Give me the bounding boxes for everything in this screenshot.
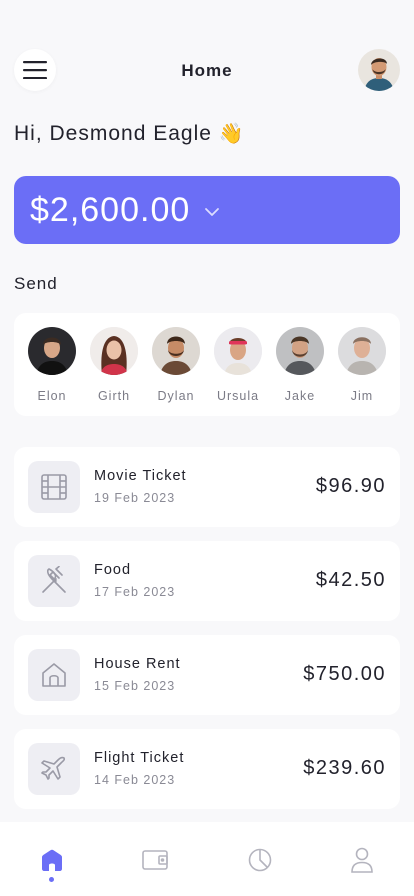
chevron-down-icon[interactable] — [204, 207, 220, 217]
transaction-item[interactable]: House Rent 15 Feb 2023 $750.00 — [14, 635, 400, 715]
contact-name: Jim — [350, 389, 374, 403]
home-icon — [42, 849, 62, 871]
contact-ursula[interactable]: Ursula — [210, 327, 266, 403]
header: Home — [14, 49, 400, 91]
transaction-item[interactable]: Food 17 Feb 2023 $42.50 — [14, 541, 400, 621]
nav-wallet[interactable] — [141, 846, 169, 874]
transaction-title: Movie Ticket — [94, 468, 187, 484]
film-icon — [28, 461, 80, 513]
avatar — [90, 327, 138, 375]
send-section-title: Send — [14, 274, 58, 293]
avatar — [276, 327, 324, 375]
profile-icon — [351, 847, 373, 873]
contact-name: Dylan — [157, 389, 195, 403]
nav-home[interactable] — [38, 846, 66, 874]
plane-icon — [28, 743, 80, 795]
contact-girth[interactable]: Girth — [86, 327, 142, 403]
transaction-amount: $42.50 — [315, 569, 386, 591]
transaction-title: Food — [94, 562, 132, 578]
greeting-text: Hi, Desmond Eagle — [14, 122, 212, 145]
user-avatar[interactable] — [358, 49, 400, 91]
bottom-nav — [0, 822, 414, 896]
transaction-amount: $750.00 — [303, 663, 386, 685]
transaction-item[interactable]: Movie Ticket 19 Feb 2023 $96.90 — [14, 447, 400, 527]
transaction-title: House Rent — [94, 656, 181, 672]
nav-profile[interactable] — [348, 846, 376, 874]
contact-name: Elon — [37, 389, 67, 403]
utensils-icon — [28, 555, 80, 607]
chart-icon — [248, 848, 272, 872]
nav-stats[interactable] — [246, 846, 274, 874]
contact-name: Girth — [97, 389, 131, 403]
transaction-date: 14 Feb 2023 — [94, 773, 176, 787]
page-title: Home — [181, 61, 233, 80]
contact-elon[interactable]: Elon — [24, 327, 80, 403]
wallet-icon — [142, 850, 168, 870]
avatar — [338, 327, 386, 375]
transaction-item[interactable]: Flight Ticket 14 Feb 2023 $239.60 — [14, 729, 400, 809]
contacts-card: Elon Girth Dylan Ursula Jake Jim — [14, 313, 400, 416]
balance-card[interactable]: $2,600.00 — [14, 176, 400, 244]
transaction-amount: $239.60 — [303, 757, 386, 779]
transaction-date: 19 Feb 2023 — [94, 491, 176, 505]
contact-jake[interactable]: Jake — [272, 327, 328, 403]
active-indicator — [49, 877, 54, 882]
balance-amount: $2,600.00 — [30, 190, 191, 229]
transaction-date: 15 Feb 2023 — [94, 679, 176, 693]
avatar — [28, 327, 76, 375]
contact-jim[interactable]: Jim — [334, 327, 390, 403]
transaction-title: Flight Ticket — [94, 750, 185, 766]
greeting: Hi, Desmond Eagle 👋 — [14, 121, 245, 146]
avatar — [152, 327, 200, 375]
contact-name: Jake — [284, 389, 316, 403]
transaction-amount: $96.90 — [315, 475, 386, 497]
transaction-date: 17 Feb 2023 — [94, 585, 176, 599]
house-icon — [28, 649, 80, 701]
contact-name: Ursula — [216, 389, 260, 403]
contact-dylan[interactable]: Dylan — [148, 327, 204, 403]
avatar — [214, 327, 262, 375]
wave-emoji: 👋 — [218, 123, 245, 145]
